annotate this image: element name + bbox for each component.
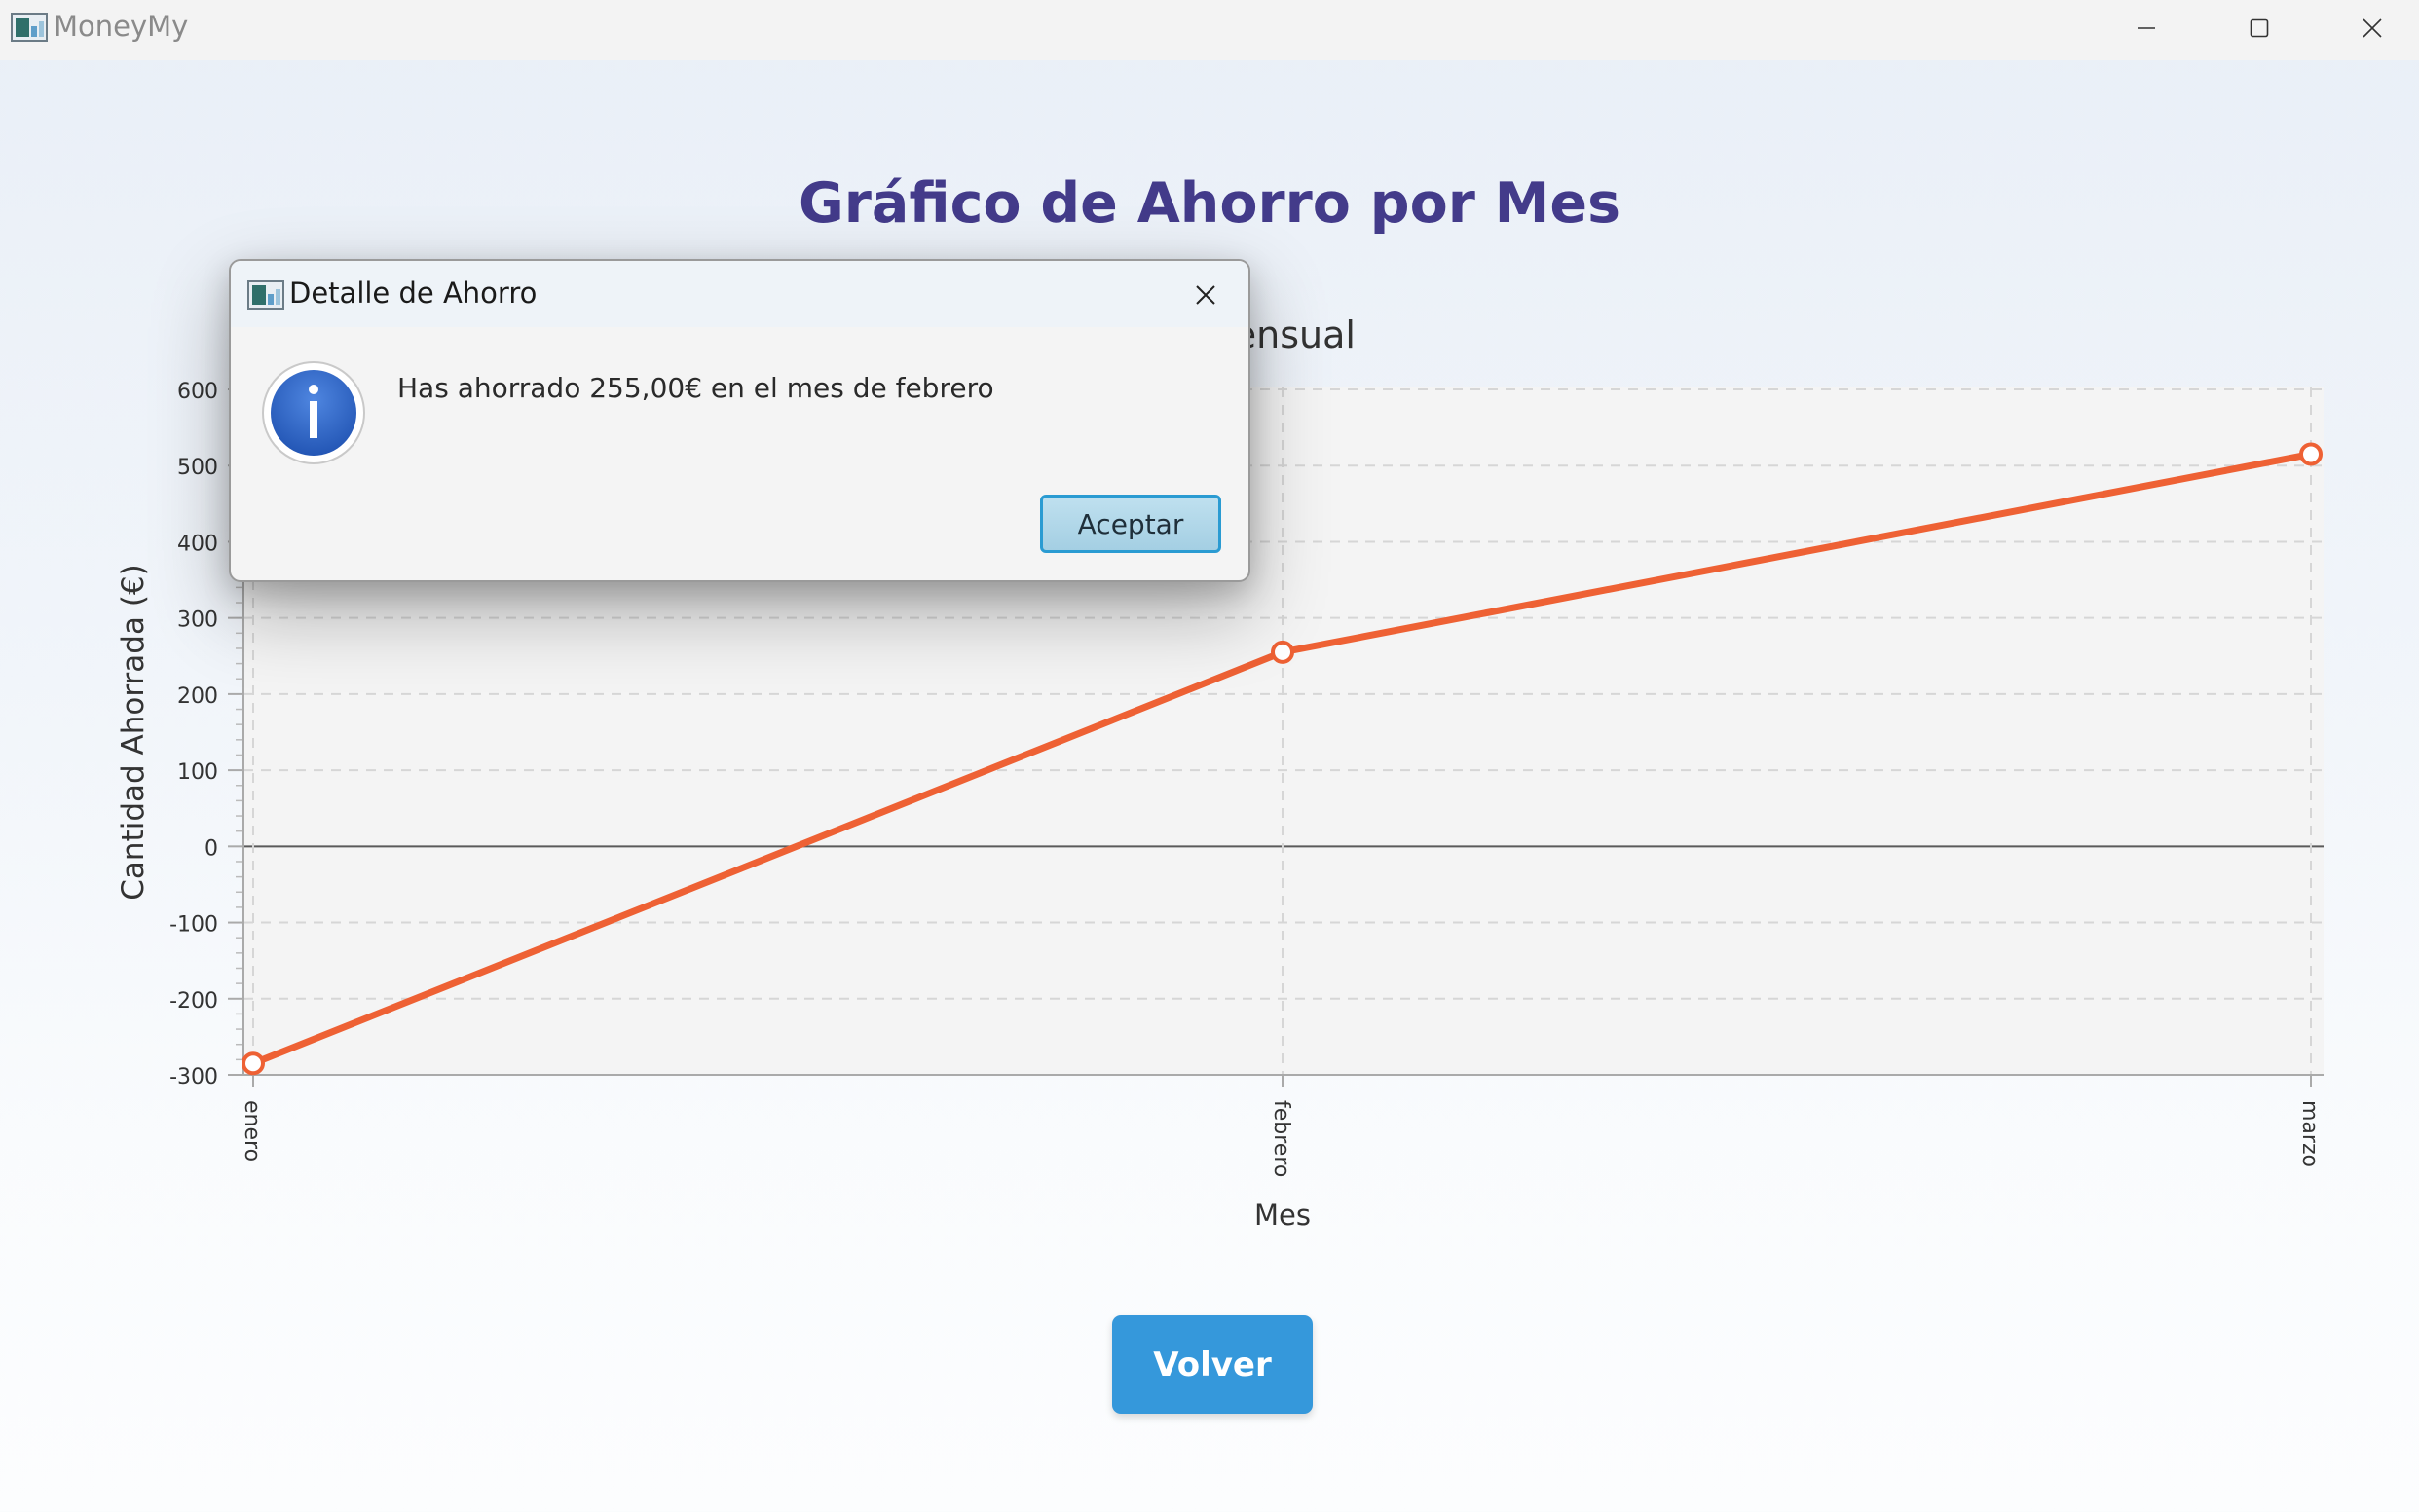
y-tick-label: 100 xyxy=(177,760,218,785)
dialog-title: Detalle de Ahorro xyxy=(289,277,538,310)
y-tick-label: -100 xyxy=(169,913,218,938)
y-tick-label: 200 xyxy=(177,684,218,709)
y-tick-label: 600 xyxy=(177,380,218,404)
y-tick-label: 300 xyxy=(177,608,218,633)
dialog-close-button[interactable] xyxy=(1187,277,1224,313)
y-tick-label: -300 xyxy=(169,1065,218,1089)
chart-title: ensual xyxy=(1234,313,1356,356)
app-icon xyxy=(247,280,284,310)
x-axis-title: Mes xyxy=(1254,1199,1311,1232)
info-icon xyxy=(262,361,365,464)
savings-line-chart: ensual -300 -200 -100 0 100 200 300 400 500 600 en… xyxy=(116,313,2324,1232)
dialog-message: Has ahorrado 255,00€ en el mes de febrer… xyxy=(397,372,994,404)
back-button[interactable]: Volver xyxy=(1112,1315,1313,1414)
close-icon xyxy=(1196,285,1215,305)
data-point-febrero[interactable] xyxy=(1271,640,1294,664)
savings-detail-dialog: Detalle de Ahorro Has ahorrado 255,00€ e… xyxy=(229,259,1250,582)
data-point-marzo[interactable] xyxy=(2299,442,2323,466)
data-point-enero[interactable] xyxy=(242,1051,265,1076)
y-tick-label: 500 xyxy=(177,456,218,480)
y-tick-label: -200 xyxy=(169,989,218,1014)
x-tick-label: febrero xyxy=(1269,1100,1293,1177)
x-tick-label: marzo xyxy=(2297,1100,2322,1167)
dialog-titlebar: Detalle de Ahorro xyxy=(231,261,1248,327)
y-tick-label: 0 xyxy=(205,836,218,861)
y-tick-label: 400 xyxy=(177,532,218,556)
accept-button[interactable]: Aceptar xyxy=(1040,495,1221,553)
x-tick-label: enero xyxy=(240,1100,264,1162)
y-axis-title: Cantidad Ahorrada (€) xyxy=(116,564,151,900)
